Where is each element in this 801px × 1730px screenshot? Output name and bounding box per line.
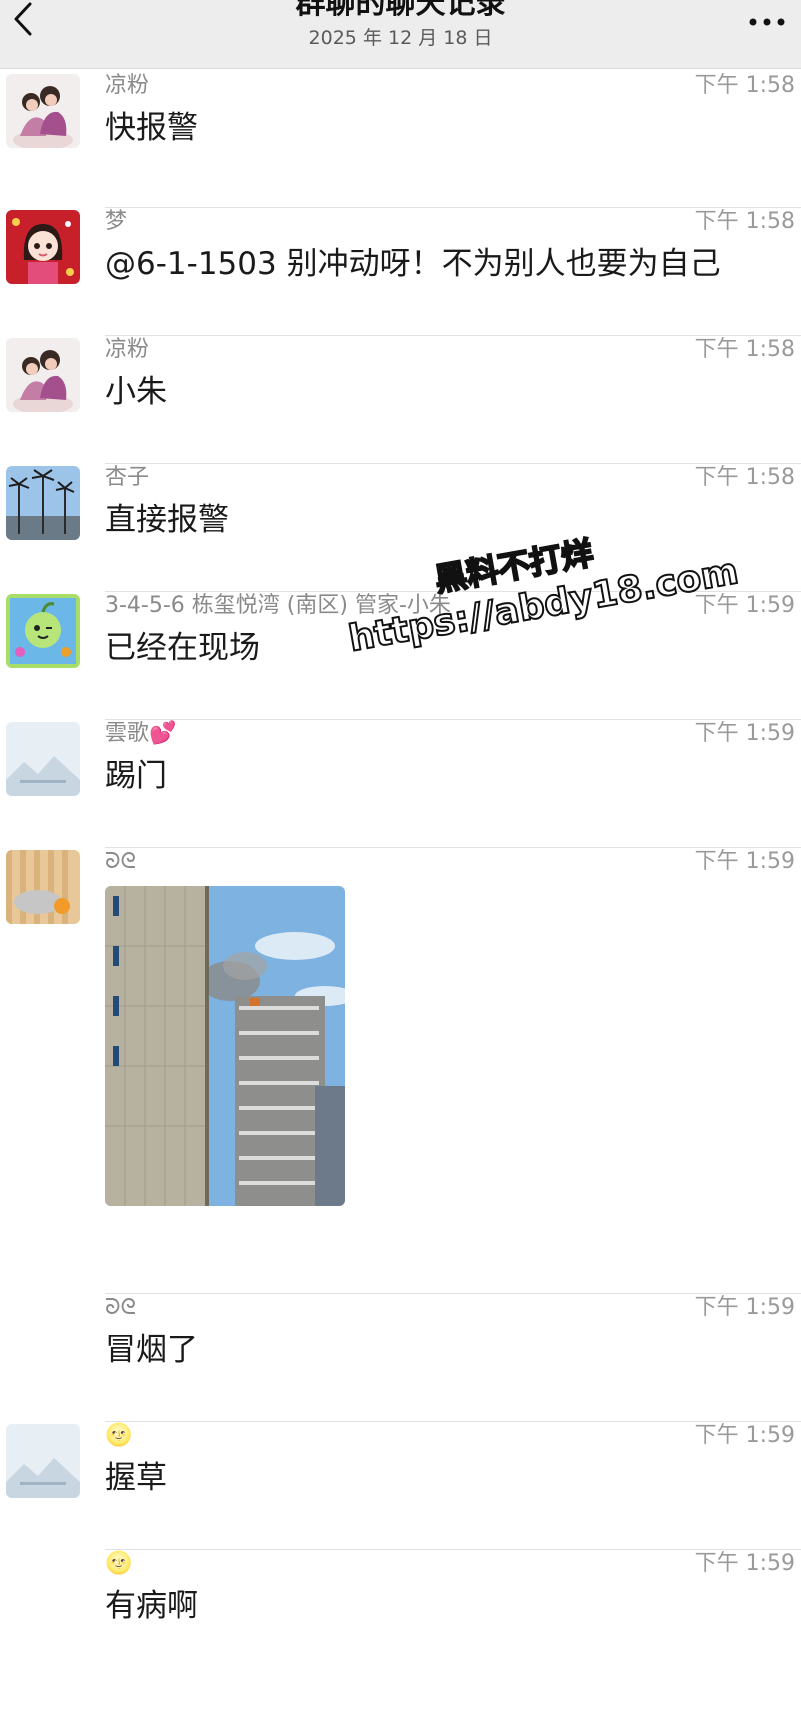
message-text[interactable]: 冒烟了 (105, 1330, 198, 1370)
message-row[interactable]: 凉粉 下午 1:58 快报警 (0, 68, 801, 208)
page-title: 群聊的聊天记录 (295, 0, 506, 21)
sender-name: 梦 (105, 209, 128, 234)
message-text[interactable]: 握草 (105, 1458, 167, 1498)
message-time: 下午 1:58 (694, 73, 795, 98)
sender-name: ᘐᘓ (105, 849, 136, 874)
message-time: 下午 1:59 (694, 1551, 795, 1576)
default-landscape-avatar[interactable] (6, 722, 80, 796)
message-text[interactable]: 踢门 (105, 756, 167, 796)
girls-photo-avatar[interactable] (6, 338, 80, 412)
palm-trees-avatar[interactable] (6, 466, 80, 540)
message-row[interactable]: 杏子 下午 1:58 直接报警 (0, 464, 801, 592)
message-time: 下午 1:59 (694, 593, 795, 618)
default-landscape-avatar[interactable] (6, 1424, 80, 1498)
message-row[interactable]: ᘐᘓ 下午 1:59 冒烟了 (0, 1294, 801, 1422)
message-time: 下午 1:59 (694, 721, 795, 746)
message-row[interactable]: 🌝 下午 1:59 握草 (0, 1422, 801, 1550)
message-row[interactable]: 梦 下午 1:58 @6-1-1503 别冲动呀！不为别人也要为自己 (0, 208, 801, 336)
sleeping-pet-avatar[interactable] (6, 850, 80, 924)
message-time: 下午 1:59 (694, 1295, 795, 1320)
girls-photo-avatar[interactable] (6, 74, 80, 148)
sender-name: 3-4-5-6 栋玺悦湾 (南区) 管家-小朱 (105, 593, 451, 618)
message-row[interactable]: ᘐᘓ 下午 1:59 (0, 848, 801, 1294)
building-smoke-photo[interactable] (105, 886, 345, 1206)
sender-name: 雲歌💕 (105, 721, 177, 746)
message-time: 下午 1:59 (694, 849, 795, 874)
chat-date: 2025 年 12 月 18 日 (308, 27, 493, 49)
message-row[interactable]: 🌝 下午 1:59 有病啊 (0, 1550, 801, 1670)
message-row[interactable]: 雲歌💕 下午 1:59 踢门 (0, 720, 801, 848)
sender-name: 杏子 (105, 465, 150, 490)
message-text[interactable]: 小朱 (105, 372, 167, 412)
chat-history-header: 群聊的聊天记录 2025 年 12 月 18 日 (0, 0, 801, 69)
message-list[interactable]: 凉粉 下午 1:58 快报警 梦 下午 1:58 @6-1-1503 别冲动呀！… (0, 68, 801, 1670)
sender-name: 🌝 (105, 1423, 133, 1448)
message-time: 下午 1:58 (694, 209, 795, 234)
message-time: 下午 1:58 (694, 465, 795, 490)
message-text[interactable]: 直接报警 (105, 500, 229, 540)
message-time: 下午 1:58 (694, 337, 795, 362)
message-row[interactable]: 凉粉 下午 1:58 小朱 (0, 336, 801, 464)
message-text[interactable]: 有病啊 (105, 1586, 198, 1626)
message-time: 下午 1:59 (694, 1423, 795, 1448)
green-cartoon-avatar[interactable] (6, 594, 80, 668)
sender-name: ᘐᘓ (105, 1295, 136, 1320)
message-text[interactable]: @6-1-1503 别冲动呀！不为别人也要为自己 (105, 244, 721, 284)
cartoon-girl-red-avatar[interactable] (6, 210, 80, 284)
message-row[interactable]: 3-4-5-6 栋玺悦湾 (南区) 管家-小朱 下午 1:59 已经在现场 (0, 592, 801, 720)
message-text[interactable]: 已经在现场 (105, 628, 260, 668)
more-options-icon[interactable] (745, 6, 789, 36)
sender-name: 🌝 (105, 1551, 133, 1576)
sender-name: 凉粉 (105, 337, 150, 362)
message-text[interactable]: 快报警 (105, 108, 198, 148)
sender-name: 凉粉 (105, 73, 150, 98)
